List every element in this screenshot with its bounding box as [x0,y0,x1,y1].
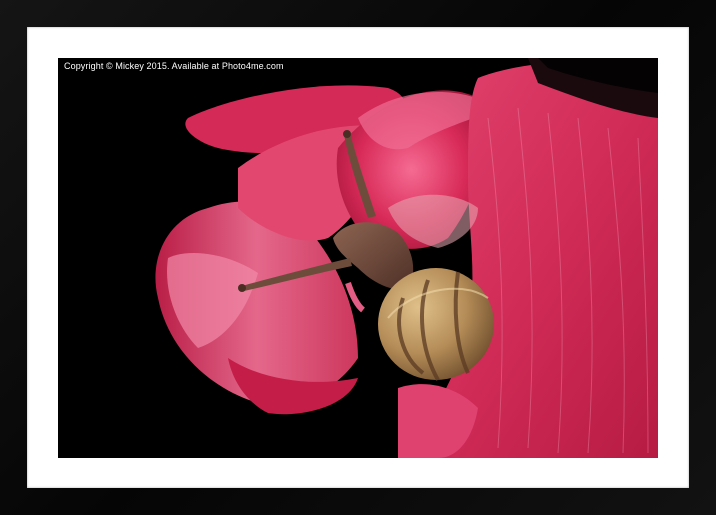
picture-frame: Copyright © Mickey 2015. Available at Ph… [0,0,716,515]
snail-on-flower-photo [58,58,658,458]
photograph: Copyright © Mickey 2015. Available at Ph… [58,58,658,458]
copyright-watermark: Copyright © Mickey 2015. Available at Ph… [64,61,284,71]
